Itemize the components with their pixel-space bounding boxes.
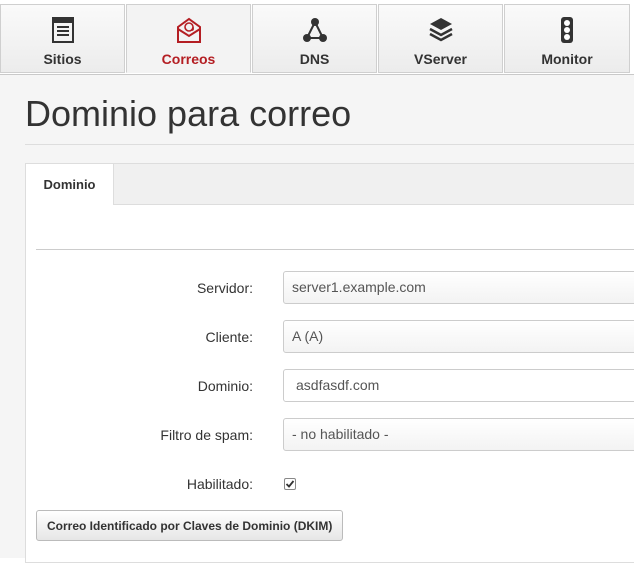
nav-tab-label: DNS [299, 51, 330, 67]
cliente-label: Cliente: [205, 329, 253, 345]
nav-tab-label: VServer [414, 51, 467, 67]
servidor-label: Servidor: [196, 280, 253, 296]
checkmark-icon [285, 480, 295, 488]
spam-filter-select[interactable]: - no habilitado - [283, 418, 634, 451]
dominio-label: Dominio: [197, 378, 253, 394]
cliente-row: Cliente: A (A) [26, 320, 634, 354]
dominio-input[interactable]: asdfasdf.com [283, 369, 634, 402]
nav-tab-correos[interactable]: Correos [126, 4, 251, 73]
network-nodes-icon [253, 15, 376, 47]
dkim-button[interactable]: Correo Identificado por Claves de Domini… [36, 510, 344, 541]
habilitado-label: Habilitado: [186, 476, 253, 492]
nav-tab-sitios[interactable]: Sitios [0, 4, 125, 73]
title-divider [25, 144, 634, 145]
web-page-icon [1, 15, 124, 47]
main-content: Dominio para correo Dominio Servidor: se… [0, 75, 634, 563]
habilitado-row: Habilitado: [26, 467, 634, 501]
traffic-light-icon [505, 15, 629, 47]
tab-dominio[interactable]: Dominio [26, 164, 114, 205]
form-panel: Dominio Servidor: server1.example.com Cl… [25, 163, 634, 563]
layers-icon [379, 15, 502, 47]
email-icon [127, 15, 250, 47]
servidor-row: Servidor: server1.example.com [26, 271, 634, 305]
dominio-row: Dominio: asdfasdf.com [26, 369, 634, 403]
servidor-select[interactable]: server1.example.com [283, 271, 634, 304]
habilitado-checkbox[interactable] [284, 478, 296, 490]
nav-tab-monitor[interactable]: Monitor [504, 4, 630, 73]
nav-tab-label: Sitios [43, 51, 82, 67]
spam-filter-label: Filtro de spam: [160, 427, 253, 443]
cliente-select[interactable]: A (A) [283, 320, 634, 353]
nav-tab-dns[interactable]: DNS [252, 4, 377, 73]
nav-tab-label: Correos [161, 51, 216, 67]
nav-tab-vserver[interactable]: VServer [378, 4, 503, 73]
spam-filter-row: Filtro de spam: - no habilitado - [26, 418, 634, 452]
form-tab-bar: Dominio [26, 164, 634, 205]
top-navigation: Sitios Correos DNS VServer Monitor [0, 0, 634, 75]
form-divider [36, 249, 634, 250]
nav-tab-label: Monitor [541, 51, 593, 67]
page-title: Dominio para correo [25, 93, 352, 134]
